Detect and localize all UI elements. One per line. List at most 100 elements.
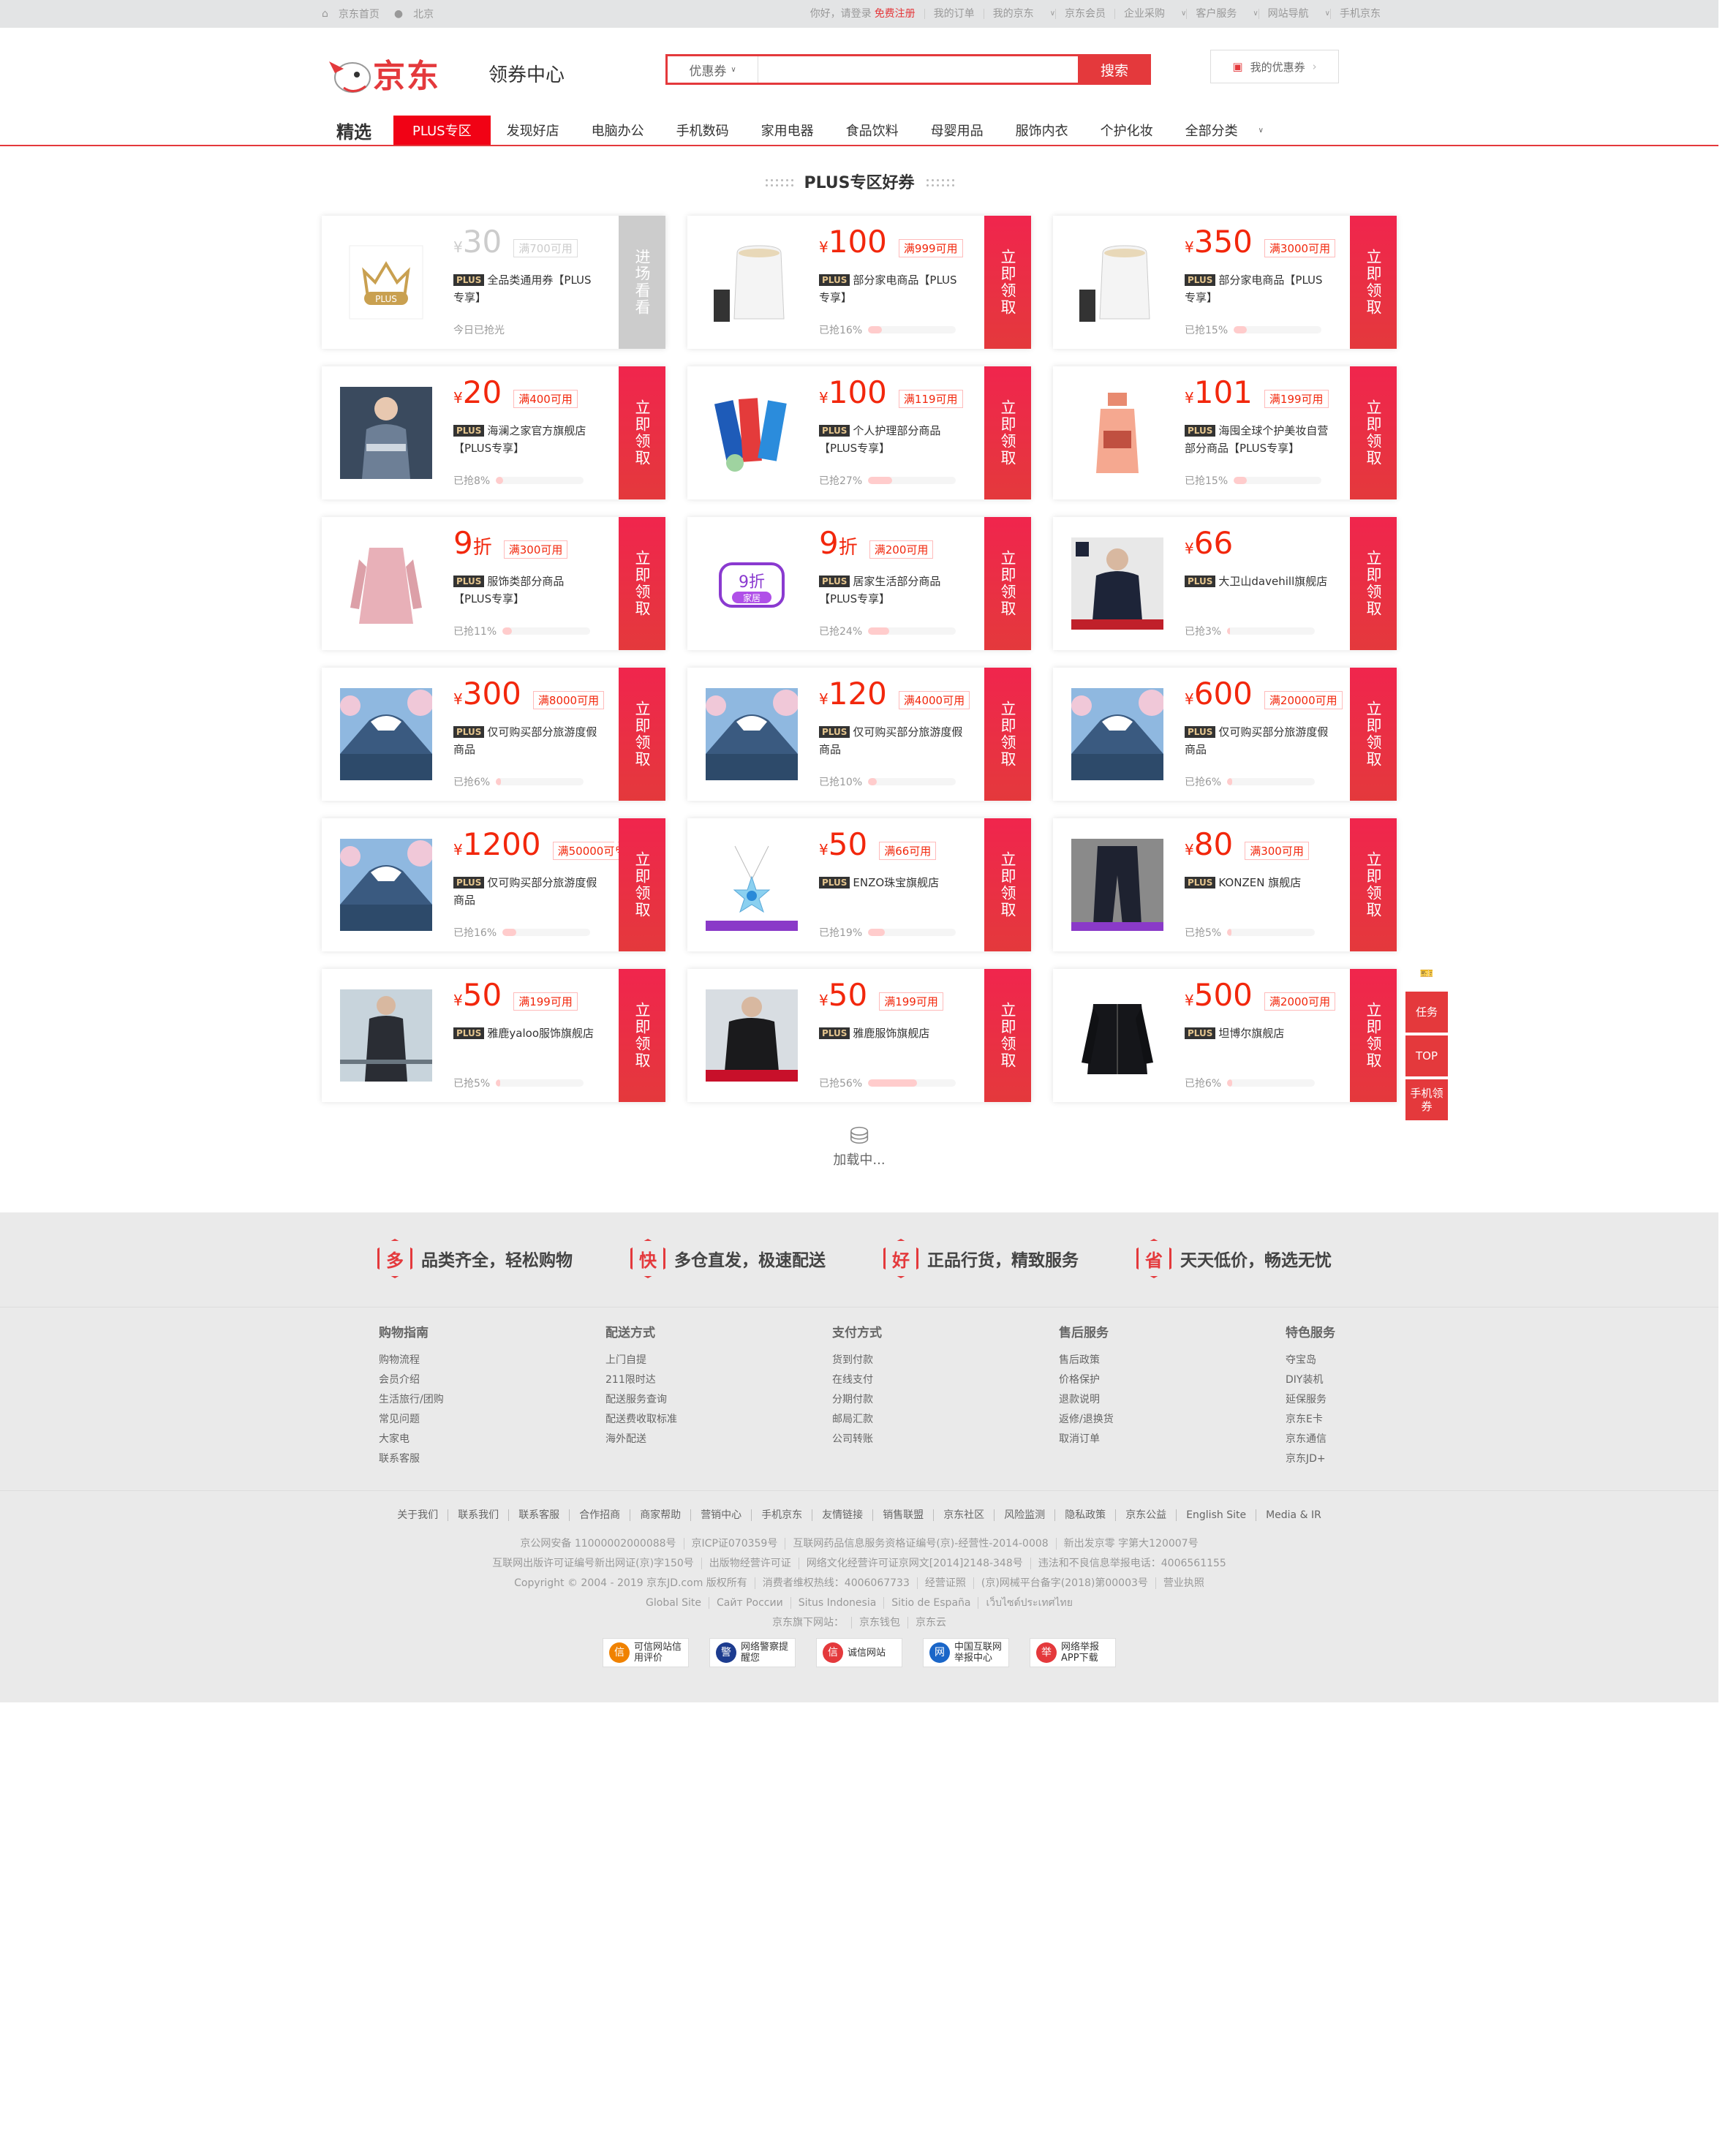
footer-link[interactable]: 京东E卡 [1286, 1410, 1446, 1430]
copyright-item[interactable]: 京ICP证070359号 [683, 1538, 785, 1550]
home-link[interactable]: 京东首页 [339, 7, 380, 21]
footer-link[interactable]: 货到付款 [832, 1351, 993, 1370]
top-link[interactable]: 京东会员 [1055, 9, 1114, 19]
footer-link[interactable]: 京东JD+ [1286, 1449, 1446, 1469]
footer-bottom-link[interactable]: 风险监测 [994, 1509, 1055, 1521]
copyright-item[interactable]: 新出发京零 字第大120007号 [1055, 1538, 1206, 1550]
claim-button[interactable]: 立即领取 [614, 517, 665, 650]
trust-badge[interactable]: 警网络警察提醒您 [709, 1638, 796, 1667]
coupon-product-image[interactable] [706, 989, 798, 1082]
trust-badge[interactable]: 信诚信网站 [816, 1638, 902, 1667]
claim-button[interactable]: 立即领取 [614, 818, 665, 951]
footer-link[interactable]: 京东通信 [1286, 1430, 1446, 1449]
footer-link[interactable]: 会员介绍 [379, 1370, 540, 1390]
footer-link[interactable]: 大家电 [379, 1430, 540, 1449]
copyright-item[interactable]: 网络文化经营许可证京网文[2014]2148-348号 [798, 1558, 1030, 1569]
copyright-item[interactable]: 京东云 [907, 1617, 954, 1629]
copyright-item[interactable]: 违法和不良信息举报电话：4006561155 [1030, 1558, 1234, 1569]
search-button[interactable]: 搜索 [1078, 54, 1151, 85]
footer-link[interactable]: 配送费收取标准 [605, 1410, 766, 1430]
footer-bottom-link[interactable]: 京东社区 [933, 1509, 995, 1521]
footer-bottom-link[interactable]: 销售联盟 [872, 1509, 934, 1521]
claim-button[interactable]: 立即领取 [1346, 818, 1397, 951]
footer-bottom-link[interactable]: 手机京东 [751, 1509, 812, 1521]
copyright-item[interactable]: 营业执照 [1155, 1577, 1212, 1589]
top-link[interactable]: 客户服务 [1186, 9, 1245, 19]
claim-button[interactable]: 立即领取 [980, 517, 1031, 650]
location-label[interactable]: 北京 [413, 7, 434, 21]
copyright-item[interactable]: เว็บไซต์ประเทศไทย [978, 1597, 1080, 1609]
copyright-item[interactable]: Sitio de España [883, 1597, 978, 1609]
nav-tab[interactable]: 发现好店 [491, 116, 575, 145]
footer-link[interactable]: 夺宝岛 [1286, 1351, 1446, 1370]
coupon-product-image[interactable] [1071, 537, 1163, 630]
nav-tab[interactable]: 母婴用品 [915, 116, 1000, 145]
nav-tab[interactable]: 全部分类 [1169, 116, 1254, 145]
footer-link[interactable]: 价格保护 [1059, 1370, 1220, 1390]
footer-link[interactable]: 生活旅行/团购 [379, 1390, 540, 1410]
footer-bottom-link[interactable]: 联系客服 [508, 1509, 570, 1521]
footer-link[interactable]: 售后政策 [1059, 1351, 1220, 1370]
nav-tab[interactable]: 食品饮料 [830, 116, 915, 145]
coupon-product-image[interactable]: 9折 家居 [706, 537, 798, 630]
footer-link[interactable]: 取消订单 [1059, 1430, 1220, 1449]
footer-link[interactable]: 海外配送 [605, 1430, 766, 1449]
top-link[interactable]: 网站导航 [1258, 9, 1318, 19]
coupon-product-image[interactable] [706, 236, 798, 328]
side-item-1[interactable]: TOP [1405, 1035, 1448, 1076]
footer-link[interactable]: 在线支付 [832, 1370, 993, 1390]
claim-button[interactable]: 立即领取 [1346, 969, 1397, 1102]
claim-button[interactable]: 进场看看 [614, 216, 665, 349]
side-item-0[interactable]: 任务 [1405, 992, 1448, 1033]
trust-badge[interactable]: 网中国互联网举报中心 [923, 1638, 1009, 1667]
side-item-2[interactable]: 手机领券 [1405, 1079, 1448, 1120]
footer-link[interactable]: 延保服务 [1286, 1390, 1446, 1410]
footer-link[interactable]: 邮局汇款 [832, 1410, 993, 1430]
footer-bottom-link[interactable]: 隐私政策 [1054, 1509, 1116, 1521]
coupon-product-image[interactable] [1071, 989, 1163, 1082]
coupon-product-image[interactable]: PLUS [340, 236, 432, 328]
claim-button[interactable]: 立即领取 [980, 969, 1031, 1102]
trust-badge[interactable]: 信可信网站信用评价 [603, 1638, 689, 1667]
nav-tab[interactable]: PLUS专区 [393, 116, 491, 145]
coupon-product-image[interactable] [1071, 839, 1163, 931]
claim-button[interactable]: 立即领取 [614, 668, 665, 801]
footer-link[interactable]: 上门自提 [605, 1351, 766, 1370]
footer-link[interactable]: 退款说明 [1059, 1390, 1220, 1410]
nav-tab[interactable]: 个护化妆 [1084, 116, 1169, 145]
copyright-item[interactable]: Сайт России [709, 1597, 790, 1609]
nav-tab[interactable]: 精选 [322, 116, 393, 145]
footer-bottom-link[interactable]: 营销中心 [690, 1509, 752, 1521]
footer-link[interactable]: 购物流程 [379, 1351, 540, 1370]
top-link[interactable]: 手机京东 [1330, 9, 1389, 19]
copyright-item[interactable]: Situs Indonesia [790, 1597, 884, 1609]
coupon-product-image[interactable] [1071, 387, 1163, 479]
footer-bottom-link[interactable]: 友情链接 [812, 1509, 873, 1521]
footer-link[interactable]: 返修/退换货 [1059, 1410, 1220, 1430]
coupon-product-image[interactable] [340, 989, 432, 1082]
claim-button[interactable]: 立即领取 [1346, 216, 1397, 349]
copyright-item[interactable]: Global Site [638, 1597, 709, 1609]
copyright-item[interactable]: 消费者维权热线：4006067733 [754, 1577, 917, 1589]
coupon-product-image[interactable] [340, 688, 432, 780]
footer-bottom-link[interactable]: 联系我们 [448, 1509, 509, 1521]
register-link[interactable]: 免费注册 [872, 8, 916, 20]
coupon-product-image[interactable] [706, 839, 798, 931]
claim-button[interactable]: 立即领取 [614, 366, 665, 499]
top-link[interactable]: 企业采购 [1114, 9, 1174, 19]
copyright-item[interactable]: 京东旗下网站： [765, 1617, 851, 1629]
ticket-icon[interactable]: 🎫 [1405, 958, 1448, 989]
nav-tab[interactable]: 服饰内衣 [1000, 116, 1084, 145]
coupon-product-image[interactable] [1071, 236, 1163, 328]
copyright-item[interactable]: 经营证照 [916, 1577, 973, 1589]
coupon-product-image[interactable] [340, 839, 432, 931]
footer-bottom-link[interactable]: English Site [1176, 1509, 1256, 1521]
footer-bottom-link[interactable]: 京东公益 [1115, 1509, 1177, 1521]
logo-text[interactable]: 京东 [373, 50, 440, 97]
footer-link[interactable]: 211限时达 [605, 1370, 766, 1390]
copyright-item[interactable]: 出版物经营许可证 [701, 1558, 799, 1569]
nav-tab[interactable]: 家用电器 [745, 116, 830, 145]
copyright-item[interactable]: Copyright © 2004 - 2019 京东JD.com 版权所有 [507, 1577, 755, 1589]
nav-tab[interactable]: 电脑办公 [575, 116, 660, 145]
nav-tab[interactable]: 手机数码 [660, 116, 745, 145]
